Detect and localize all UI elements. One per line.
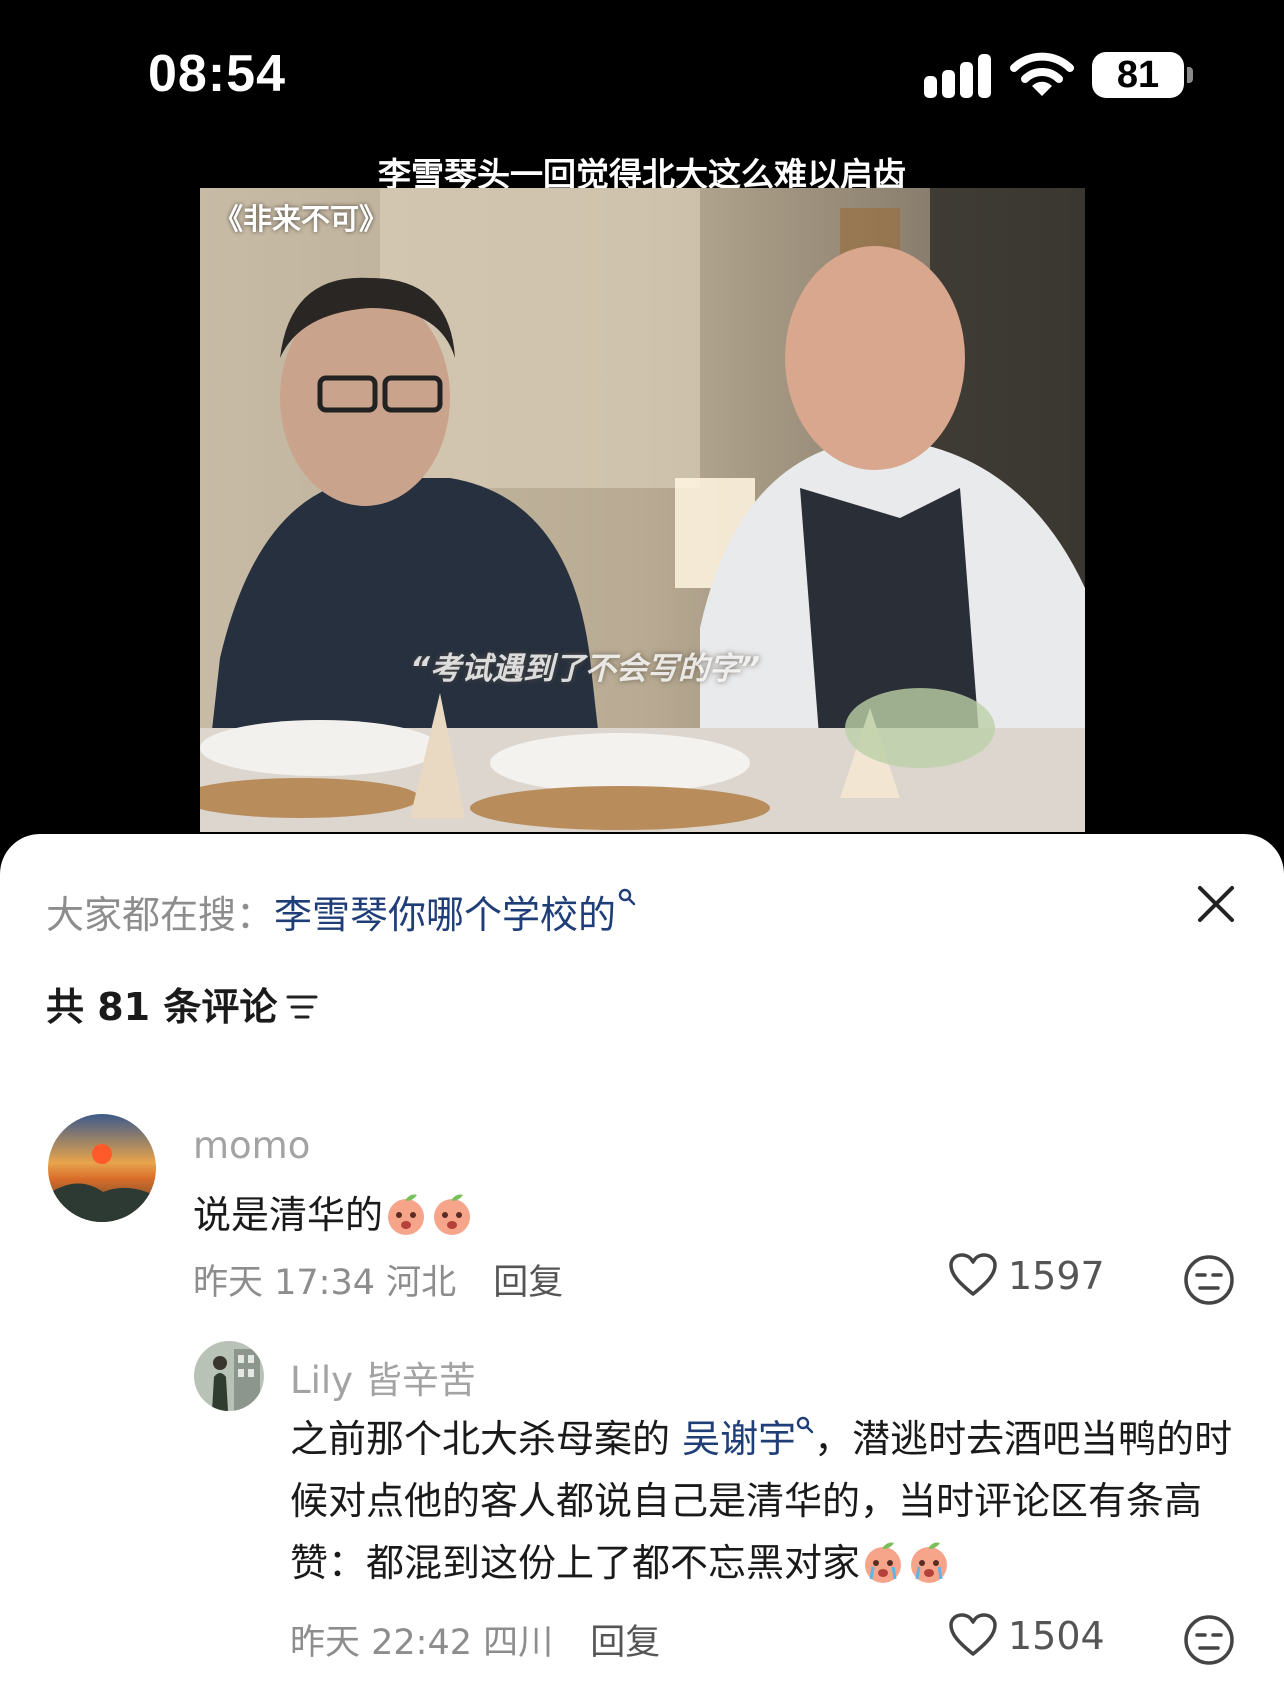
heart-icon	[949, 1252, 997, 1296]
crying-peach-emoji	[906, 1539, 952, 1585]
dislike-face-icon[interactable]	[1183, 1254, 1235, 1306]
video-subtitle: “考试遇到了不会写的字”	[410, 651, 760, 687]
reply-text-before: 之前那个北大杀母案的	[290, 1417, 671, 1461]
comment-location: 河北	[386, 1263, 457, 1303]
comment-text-body: 说是清华的	[193, 1193, 384, 1237]
reply-mention-link[interactable]: 吴谢宇	[682, 1416, 814, 1461]
comment-text: 说是清华的	[193, 1184, 1193, 1246]
comment-count-row[interactable]: 共 81 条评论	[46, 976, 319, 1031]
like-count: 1504	[1008, 1614, 1105, 1658]
trending-search[interactable]: 大家都在搜：李雪琴你哪个学校的	[46, 884, 636, 939]
crying-peach-emoji	[383, 1191, 429, 1237]
comment-username[interactable]: momo	[193, 1124, 310, 1167]
comment-meta: 昨天 17:34 河北 回复	[193, 1254, 563, 1305]
signal-icon	[922, 54, 992, 98]
status-time: 08:54	[148, 45, 286, 103]
search-icon	[796, 1416, 814, 1434]
reply-time: 昨天 22:42	[290, 1623, 472, 1663]
like-button[interactable]: 1597	[948, 1252, 1105, 1298]
like-count: 1597	[1008, 1254, 1105, 1298]
avatar[interactable]	[48, 1114, 156, 1222]
comment-sheet: 大家都在搜：李雪琴你哪个学校的 共 81 条评论 momo 说是清华的 昨天 1…	[0, 834, 1284, 1703]
battery-cap	[1187, 67, 1193, 83]
dislike-face-icon[interactable]	[1183, 1614, 1235, 1666]
like-button[interactable]: 1504	[948, 1612, 1105, 1658]
video-frame	[200, 188, 1085, 832]
sort-icon[interactable]	[285, 992, 319, 1022]
wifi-icon	[1010, 52, 1074, 96]
show-name: 《非来不可》	[214, 202, 389, 236]
reply-meta: 昨天 22:42 四川 回复	[290, 1614, 660, 1665]
reply-location: 四川	[483, 1623, 554, 1663]
status-bar: 08:54 81	[0, 0, 1284, 120]
battery-icon: 81	[1092, 52, 1184, 98]
heart-icon	[949, 1612, 997, 1656]
reply-button[interactable]: 回复	[590, 1623, 660, 1663]
comment-time: 昨天 17:34	[193, 1263, 375, 1303]
crying-peach-emoji	[429, 1191, 475, 1237]
reply-text: 之前那个北大杀母案的 吴谢宇 ，潜逃时去酒吧当鸭的时候对点他的客人都说自己是清华的…	[290, 1408, 1240, 1594]
video-player[interactable]: 《非来不可》 “考试遇到了不会写的字”	[200, 188, 1085, 832]
comment-count: 共 81 条评论	[46, 985, 278, 1029]
avatar[interactable]	[194, 1341, 264, 1411]
trending-search-term[interactable]: 李雪琴你哪个学校的	[274, 893, 616, 937]
reply-mention-text: 吴谢宇	[682, 1417, 797, 1461]
crying-peach-emoji	[860, 1539, 906, 1585]
reply-button[interactable]: 回复	[493, 1263, 563, 1303]
close-icon[interactable]	[1192, 880, 1240, 928]
reply-username[interactable]: Lily 皆辛苦	[290, 1350, 476, 1404]
trending-search-label: 大家都在搜：	[46, 893, 275, 937]
search-icon	[618, 888, 636, 906]
